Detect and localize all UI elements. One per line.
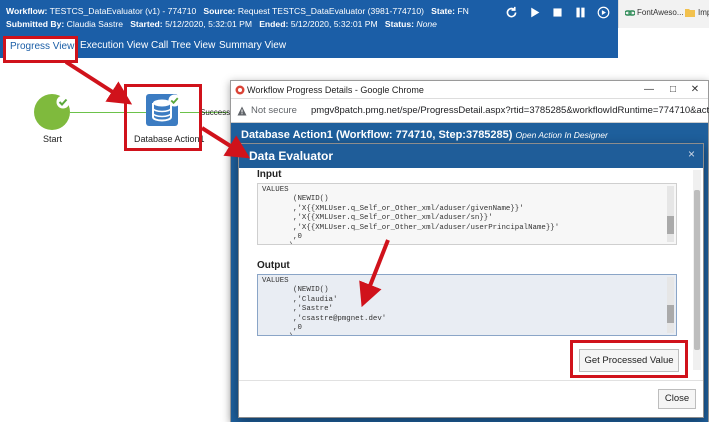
highlight-progress-view: [3, 36, 78, 63]
dialog-footer-divider: [239, 380, 703, 381]
state-label: State:: [431, 6, 456, 16]
input-textarea[interactable]: VALUES (NEWID() ,'X{{XMLUser.q_Self_or_O…: [257, 183, 677, 245]
refresh-icon[interactable]: [505, 6, 518, 19]
output-scrollbar[interactable]: [667, 277, 674, 333]
workflow-value: TESTCS_DataEvaluator (v1) - 774710: [49, 6, 197, 16]
screenshot-root: Workflow: TESTCS_DataEvaluator (v1) - 77…: [0, 0, 709, 422]
dialog-scrollbar[interactable]: [693, 170, 701, 370]
state-value: FN: [457, 6, 469, 16]
output-label: Output: [257, 260, 290, 271]
open-in-designer-link[interactable]: Open Action In Designer: [516, 130, 608, 140]
started-value: 5/12/2020, 5:32:01 PM: [165, 19, 253, 29]
input-code: VALUES (NEWID() ,'X{{XMLUser.q_Self_or_O…: [262, 186, 560, 244]
source-value: Request TESTCS_DataEvaluator (3981-77471…: [237, 6, 424, 16]
ended-label: Ended:: [259, 19, 289, 29]
warning-icon: [237, 106, 247, 116]
check-icon: [56, 95, 70, 109]
not-secure-label: Not secure: [251, 105, 297, 116]
minimize-icon[interactable]: —: [642, 83, 656, 97]
start-label: Start: [43, 134, 63, 144]
ended-value: 5/12/2020, 5:32:01 PM: [290, 19, 378, 29]
workflow-label: Workflow:: [6, 6, 48, 16]
maximize-icon[interactable]: □: [666, 83, 680, 97]
dialog-header: Data Evaluator ×: [239, 144, 703, 168]
header-line-1: Workflow: TESTCS_DataEvaluator (v1) - 77…: [6, 6, 469, 16]
submitted-label: Submitted By:: [6, 19, 65, 29]
stop-icon[interactable]: [551, 6, 564, 19]
link-icon: [625, 10, 635, 16]
bookmark-importa[interactable]: Importa: [698, 8, 709, 17]
tab-execution-view[interactable]: Execution View: [80, 40, 148, 51]
scroll-thumb[interactable]: [667, 305, 674, 323]
action-heading: Database Action1 (Workflow: 774710, Step…: [241, 129, 608, 141]
view-tabs: Progress View Execution View Call Tree V…: [0, 36, 618, 58]
input-scrollbar[interactable]: [667, 186, 674, 242]
output-code: VALUES (NEWID() ,'Claudia' ,'Sastre' ,'c…: [262, 277, 387, 335]
url-text[interactable]: pmgv8patch.pmg.net/spe/ProgressDetail.as…: [311, 105, 709, 116]
dialog-title: Data Evaluator: [249, 149, 334, 163]
pause-icon[interactable]: [574, 6, 587, 19]
chrome-title-bar: Workflow Progress Details - Google Chrom…: [231, 81, 708, 99]
scroll-thumb[interactable]: [694, 190, 700, 350]
submitted-value: Claudia Sastre: [66, 19, 124, 29]
output-textarea[interactable]: VALUES (NEWID() ,'Claudia' ,'Sastre' ,'c…: [257, 274, 677, 336]
action-heading-text: Database Action1 (Workflow: 774710, Step…: [241, 129, 513, 141]
folder-icon: [685, 9, 695, 17]
started-label: Started:: [130, 19, 163, 29]
tab-call-tree-view[interactable]: Call Tree View: [151, 40, 215, 51]
highlight-get-processed-value: [570, 340, 688, 378]
scroll-thumb[interactable]: [667, 216, 674, 234]
close-icon[interactable]: ✕: [688, 83, 702, 97]
status-label: Status:: [384, 19, 414, 29]
header-line-2: Submitted By: Claudia Sastre Started: 5/…: [6, 19, 437, 29]
highlight-database-action: [124, 84, 202, 151]
workflow-header: Workflow: TESTCS_DataEvaluator (v1) - 77…: [0, 0, 618, 36]
tab-summary-view[interactable]: Summary View: [219, 40, 286, 51]
source-label: Source:: [203, 6, 236, 16]
chrome-window-title: Workflow Progress Details - Google Chrom…: [247, 85, 424, 95]
close-button[interactable]: Close: [658, 389, 696, 409]
chrome-icon: [235, 85, 245, 95]
bookmark-fontawesome[interactable]: FontAweso...: [637, 8, 684, 17]
success-label: Success: [200, 108, 231, 117]
step-icon[interactable]: [597, 6, 610, 19]
header-toolbar: [505, 6, 610, 19]
close-icon[interactable]: ×: [688, 147, 695, 161]
play-icon[interactable]: [528, 6, 541, 19]
status-value: None: [416, 19, 437, 29]
bookmark-bar: FontAweso... Importa: [618, 0, 709, 28]
address-bar[interactable]: Not secure pmgv8patch.pmg.net/spe/Progre…: [231, 99, 709, 123]
input-label: Input: [257, 169, 282, 180]
